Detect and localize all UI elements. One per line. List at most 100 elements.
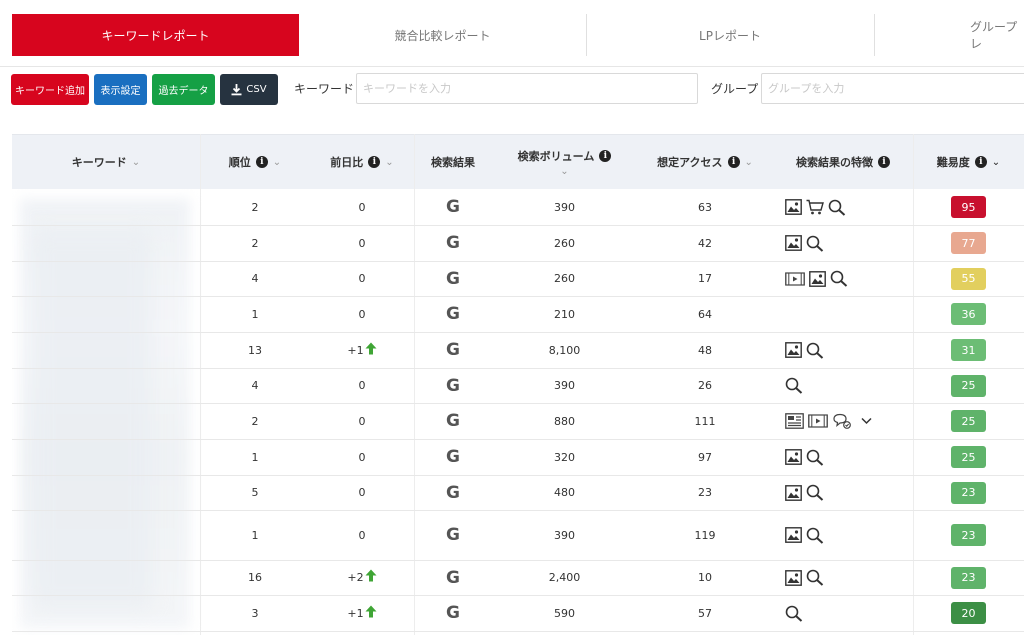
volume-value: 8,100 xyxy=(548,343,581,357)
serp-cell[interactable]: G xyxy=(414,189,492,225)
rank-value: 4 xyxy=(251,272,259,285)
google-icon[interactable]: G xyxy=(446,233,460,253)
google-icon[interactable]: G xyxy=(446,269,460,289)
google-icon[interactable]: G xyxy=(446,568,460,588)
serp-cell[interactable]: G xyxy=(414,332,492,368)
search-icon xyxy=(806,527,824,544)
search-icon xyxy=(785,605,803,622)
rank-cell: 16 xyxy=(200,560,310,595)
rank-cell: 5 xyxy=(200,475,310,510)
difficulty-badge: 25 xyxy=(951,410,986,432)
chevron-down-icon[interactable] xyxy=(861,417,872,425)
image-icon xyxy=(785,235,802,251)
table-row[interactable]: 4 0 G 390 26 25 xyxy=(12,368,1024,404)
info-icon[interactable]: i xyxy=(974,156,987,168)
info-icon[interactable]: i xyxy=(878,156,890,168)
table-row[interactable]: 16 +2 G 2,400 10 23 xyxy=(12,560,1024,596)
google-icon[interactable]: G xyxy=(446,483,460,503)
header-volume[interactable]: 検索ボリューム i ⌄ xyxy=(492,135,637,189)
change-cell: 0 xyxy=(310,189,414,225)
header-access[interactable]: 想定アクセス i ⌄ xyxy=(637,135,773,189)
volume-cell: 260 xyxy=(492,261,637,296)
header-rank-label: 順位 xyxy=(228,156,251,169)
csv-download-button[interactable]: CSV xyxy=(220,74,278,105)
table-row[interactable]: 1 0 G 210 64 36 xyxy=(12,296,1024,333)
serp-cell[interactable]: G xyxy=(414,261,492,296)
serp-cell[interactable]: G xyxy=(414,296,492,332)
add-keyword-button[interactable]: キーワード追加 xyxy=(11,74,89,105)
google-icon[interactable]: G xyxy=(446,447,460,467)
serp-cell[interactable]: G xyxy=(414,595,492,631)
header-rank[interactable]: 順位 i ⌄ xyxy=(200,135,310,189)
difficulty-badge: 23 xyxy=(951,524,986,546)
table-row[interactable]: 2 0 G 880 111 25 xyxy=(12,403,1024,440)
google-icon[interactable]: G xyxy=(446,376,460,396)
past-data-button[interactable]: 過去データ xyxy=(152,74,215,105)
header-change[interactable]: 前日比 i ⌄ xyxy=(310,135,414,189)
features-cell xyxy=(773,296,913,332)
change-cell: 0 xyxy=(310,475,414,510)
group-search-input[interactable] xyxy=(761,73,1024,104)
keyword-search-input[interactable] xyxy=(356,73,698,104)
tab-group-report[interactable]: グループレ xyxy=(875,14,1024,56)
features-cell xyxy=(773,368,913,403)
header-serp-label: 検索結果 xyxy=(431,156,475,169)
difficulty-badge: 23 xyxy=(951,566,986,589)
info-icon[interactable]: i xyxy=(255,156,268,168)
table-row[interactable]: 4 0 G 260 17 55 xyxy=(12,261,1024,297)
volume-value: 210 xyxy=(554,307,575,321)
serp-cell[interactable]: G xyxy=(414,403,492,439)
table-row[interactable]: 2 0 G 260 42 77 xyxy=(12,225,1024,262)
difficulty-badge: 25 xyxy=(951,374,986,397)
access-value: 63 xyxy=(698,200,712,214)
volume-cell: 390 xyxy=(492,368,637,403)
google-icon[interactable]: G xyxy=(446,525,460,545)
tab-lp-report[interactable]: LPレポート xyxy=(587,14,873,56)
info-icon[interactable]: i xyxy=(368,156,381,168)
difficulty-badge: 25 xyxy=(951,446,986,468)
table-row[interactable]: 1 0 G 320 97 25 xyxy=(12,439,1024,476)
display-settings-button[interactable]: 表示設定 xyxy=(94,74,147,105)
table-row[interactable]: 2 0 G 390 63 95 xyxy=(12,189,1024,226)
rank-value: 2 xyxy=(251,414,259,428)
features-cell xyxy=(773,595,913,631)
change-cell: +1 xyxy=(310,332,414,368)
google-icon[interactable]: G xyxy=(446,340,460,360)
table-row[interactable]: 3 +1 G 590 57 20 xyxy=(12,595,1024,632)
google-icon[interactable]: G xyxy=(446,411,460,431)
serp-cell[interactable]: G xyxy=(414,225,492,261)
features-cell xyxy=(773,475,913,510)
volume-value: 390 xyxy=(554,200,575,214)
tab-keyword-report[interactable]: キーワードレポート xyxy=(12,14,299,56)
serp-cell[interactable]: G xyxy=(414,560,492,595)
serp-cell[interactable]: G xyxy=(414,510,492,560)
keyword-filter-label: キーワード xyxy=(294,82,355,96)
serp-cell[interactable]: G xyxy=(414,368,492,403)
serp-cell[interactable]: G xyxy=(414,475,492,510)
access-cell: 26 xyxy=(637,368,773,403)
video-icon xyxy=(785,271,805,286)
serp-cell[interactable]: G xyxy=(414,439,492,475)
difficulty-cell: 95 xyxy=(913,189,1024,225)
google-icon[interactable]: G xyxy=(446,304,460,324)
tab-competitor-report[interactable]: 競合比較レポート xyxy=(300,14,585,56)
header-difficulty[interactable]: 難易度 i ⌄ xyxy=(913,135,1024,189)
search-icon xyxy=(806,484,824,501)
table-row[interactable]: 1 0 G 390 119 23 xyxy=(12,510,1024,561)
access-cell: 119 xyxy=(637,510,773,560)
news-icon xyxy=(785,413,804,429)
header-keyword[interactable]: キーワード ⌄ xyxy=(12,135,200,189)
access-value: 57 xyxy=(698,606,712,620)
difficulty-cell: 25 xyxy=(913,439,1024,475)
change-value: +2 xyxy=(347,571,364,584)
rank-cell: 4 xyxy=(200,368,310,403)
search-icon xyxy=(806,342,824,359)
info-icon[interactable]: i xyxy=(599,149,612,162)
google-icon[interactable]: G xyxy=(446,197,460,217)
info-icon[interactable]: i xyxy=(727,156,740,168)
difficulty-cell: 25 xyxy=(913,368,1024,403)
google-icon[interactable]: G xyxy=(446,603,460,623)
arrow-up-icon xyxy=(365,569,377,586)
table-row[interactable]: 5 0 G 480 23 23 xyxy=(12,475,1024,511)
table-row[interactable]: 13 +1 G 8,100 48 31 xyxy=(12,332,1024,369)
